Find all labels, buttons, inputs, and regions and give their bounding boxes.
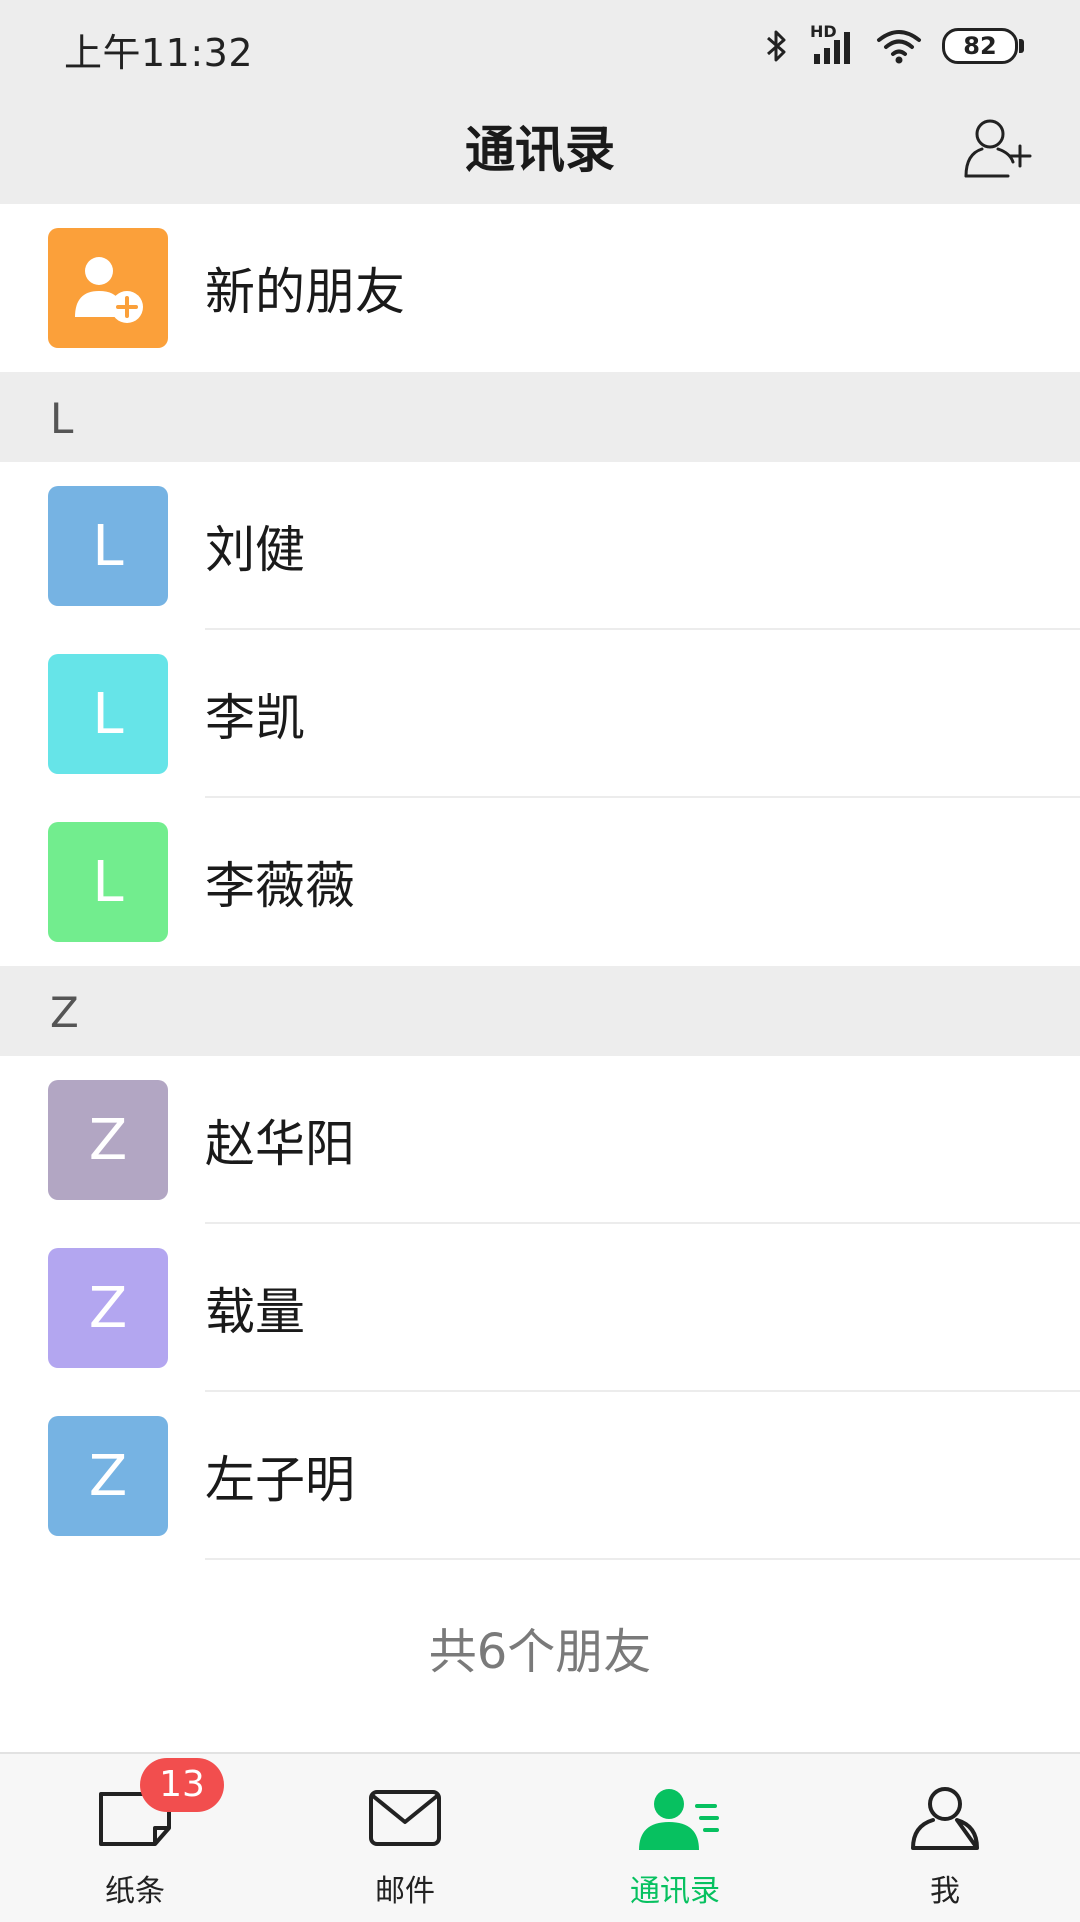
header: 通讯录 [0,92,1080,204]
wifi-icon [877,30,921,64]
contact-name: 李薇薇 [205,857,355,915]
tab-me[interactable]: 我 [810,1754,1080,1922]
contact-name: 赵华阳 [205,1115,355,1173]
contact-item[interactable]: Z 载量 [0,1224,1080,1392]
avatar-initial: L [92,849,124,915]
mail-icon [369,1790,441,1846]
tab-label: 纸条 [105,1874,165,1909]
contact-avatar: Z [48,1416,168,1536]
section-letter: Z [50,988,79,1037]
contact-item[interactable]: L 李薇薇 [0,798,1080,966]
friend-count: 共6个朋友 [428,1624,652,1680]
contact-avatar: L [48,654,168,774]
add-friend-button[interactable] [958,108,1038,188]
contact-item[interactable]: L 刘健 [0,462,1080,630]
tab-mail[interactable]: 邮件 [270,1754,540,1922]
contact-item[interactable]: Z 左子明 [0,1392,1080,1560]
profile-icon [911,1787,979,1850]
tab-label: 我 [930,1874,960,1909]
contact-item[interactable]: L 李凯 [0,630,1080,798]
contact-name: 左子明 [205,1451,355,1509]
contact-avatar: Z [48,1248,168,1368]
avatar-initial: Z [88,1107,128,1173]
battery-icon: 82 [942,28,1024,64]
avatar-initial: L [92,681,124,747]
bluetooth-icon [767,30,786,62]
new-friends-item[interactable]: 新的朋友 [0,204,1080,372]
contact-avatar: L [48,822,168,942]
section-letter: L [50,394,74,443]
contact-list: 新的朋友 L L 刘健 L 李凯 L 李薇薇 Z Z 赵华阳 Z 载量 Z 左子… [0,204,1080,1560]
tab-notes[interactable]: 13 纸条 [0,1754,270,1922]
contact-name: 载量 [205,1283,305,1341]
section-header-l: L [0,372,1080,462]
section-header-z: Z [0,966,1080,1056]
contact-name: 刘健 [205,521,305,579]
status-icons: HD 82 [764,22,1024,68]
new-friends-avatar [48,228,168,348]
contact-avatar: L [48,486,168,606]
contacts-icon [639,1789,719,1850]
bottom-nav: 13 纸条 邮件 通讯录 我 [0,1752,1080,1922]
avatar-initial: Z [88,1443,128,1509]
avatar-initial: Z [88,1275,128,1341]
unread-badge: 13 [140,1758,224,1812]
add-user-icon [964,119,1032,178]
page-title: 通讯录 [465,121,615,179]
signal-icon: HD [810,22,856,66]
avatar-initial: L [92,513,124,579]
tab-label: 邮件 [375,1874,435,1909]
battery-level: 82 [963,32,997,60]
status-time: 上午11:32 [64,31,254,75]
status-bar: 上午11:32 HD 82 [0,0,1080,92]
new-friends-label: 新的朋友 [205,263,405,321]
contact-avatar: Z [48,1080,168,1200]
add-friend-icon [75,257,143,323]
tab-label: 通讯录 [630,1874,720,1909]
tab-contacts[interactable]: 通讯录 [540,1754,810,1922]
contact-item[interactable]: Z 赵华阳 [0,1056,1080,1224]
contact-name: 李凯 [205,689,305,747]
